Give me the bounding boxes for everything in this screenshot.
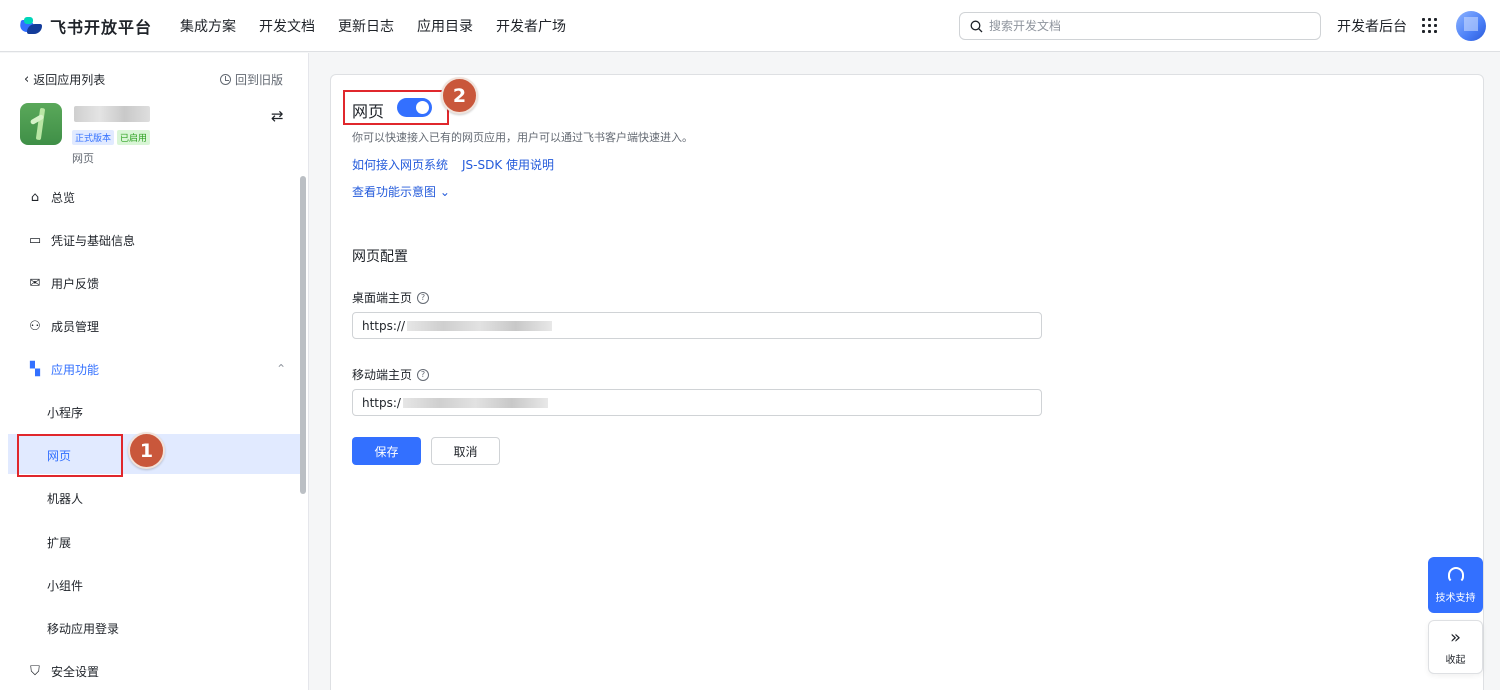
nav-item-app-directory[interactable]: 应用目录 <box>417 16 473 36</box>
jssdk-link[interactable]: JS-SDK 使用说明 <box>462 156 554 173</box>
sidebar-item-label: 应用功能 <box>51 362 100 377</box>
avatar[interactable] <box>1456 11 1486 41</box>
chevron-left-icon: ‹ <box>24 72 30 87</box>
inbox-icon: ✉ <box>29 275 41 291</box>
section-title: 网页配置 <box>352 249 408 265</box>
search-icon <box>970 20 983 32</box>
history-icon <box>220 74 231 85</box>
sidebar-item-label: 总览 <box>51 190 76 205</box>
field-label-text: 桌面端主页 <box>352 291 413 305</box>
sidebar-item-label: 成员管理 <box>51 319 100 334</box>
support-label: 技术支持 <box>1435 592 1476 604</box>
sidebar-item-label: 凭证与基础信息 <box>51 233 136 248</box>
mobile-homepage-label: 移动端主页 ? <box>352 366 430 383</box>
double-chevron-right-icon: » <box>1449 626 1461 648</box>
version-badge: 正式版本 <box>72 130 115 145</box>
status-badge: 已启用 <box>117 130 151 145</box>
sidebar-sub-item-mobile-login[interactable]: 移动应用登录 <box>47 620 119 637</box>
howto-link[interactable]: 如何接入网页系统 <box>352 156 448 173</box>
step-badge-2: 2 <box>441 77 478 114</box>
help-icon[interactable]: ? <box>417 368 430 381</box>
headset-icon <box>1447 566 1464 583</box>
feishu-logo-icon <box>18 16 42 35</box>
nav-item-dev-square[interactable]: 开发者广场 <box>496 16 566 36</box>
app-grid-icon[interactable] <box>1422 18 1437 33</box>
sidebar-sub-item-bot[interactable]: 机器人 <box>47 490 83 507</box>
app-logo <box>20 103 62 145</box>
preview-link-label: 查看功能示意图 <box>352 185 437 199</box>
sidebar-sub-item-extension[interactable]: 扩展 <box>47 534 71 551</box>
sidebar-item-app-features[interactable]: ▚ 应用功能 <box>27 359 99 379</box>
sidebar-item-members[interactable]: ⚇ 成员管理 <box>27 316 99 336</box>
nav-item-solutions[interactable]: 集成方案 <box>180 16 236 36</box>
search-box[interactable] <box>959 12 1321 40</box>
chevron-down-icon: ⌄ <box>439 185 450 199</box>
collapse-button[interactable]: » 收起 <box>1428 620 1483 674</box>
back-to-app-list-link[interactable]: ‹ 返回应用列表 <box>24 71 105 88</box>
step-badge-1: 1 <box>128 432 165 469</box>
sidebar-sub-item-widget[interactable]: 小组件 <box>47 577 83 594</box>
highlight-box-step1 <box>17 434 123 477</box>
field-label-text: 移动端主页 <box>352 368 413 382</box>
person-icon: ⚇ <box>29 318 41 334</box>
desktop-homepage-label: 桌面端主页 ? <box>352 289 430 306</box>
sidebar-item-label: 安全设置 <box>51 664 100 679</box>
input-value: https:// <box>362 318 406 333</box>
sidebar-scrollbar[interactable] <box>300 176 306 494</box>
switch-app-icon[interactable]: ⇄ <box>271 107 284 125</box>
back-to-old-version-link[interactable]: 回到旧版 <box>220 71 283 88</box>
highlight-box-step2 <box>343 90 449 125</box>
back-label: 返回应用列表 <box>33 73 106 87</box>
chevron-up-icon[interactable]: ⌄ <box>276 361 286 375</box>
help-icon[interactable]: ? <box>417 291 430 304</box>
sidebar-item-feedback[interactable]: ✉ 用户反馈 <box>27 273 99 293</box>
collapse-label: 收起 <box>1445 654 1466 666</box>
feature-description: 你可以快速接入已有的网页应用，用户可以通过飞书客户端快速进入。 <box>352 131 693 144</box>
url-redacted <box>402 397 548 408</box>
tech-support-button[interactable]: 技术支持 <box>1428 557 1483 613</box>
main-nav: 集成方案 开发文档 更新日志 应用目录 开发者广场 <box>180 16 589 36</box>
sidebar-item-credentials[interactable]: ▭ 凭证与基础信息 <box>27 230 135 250</box>
sidebar-item-security[interactable]: ⛉ 安全设置 <box>27 661 99 681</box>
preview-link[interactable]: 查看功能示意图 ⌄ <box>352 183 450 200</box>
sidebar-sub-item-miniprogram[interactable]: 小程序 <box>47 404 83 421</box>
logo[interactable]: 飞书开放平台 <box>18 14 170 38</box>
app-type-label: 网页 <box>72 152 94 165</box>
search-input[interactable] <box>989 19 1289 33</box>
desktop-homepage-input[interactable]: https:// <box>352 312 1042 339</box>
url-redacted <box>407 320 553 331</box>
sidebar: ‹ 返回应用列表 回到旧版 正式版本 已启用 网页 ⇄ ⌂ 总览 ▭ 凭证与基础… <box>0 53 309 690</box>
mobile-homepage-input[interactable]: https:/ <box>352 389 1042 416</box>
nav-item-changelog[interactable]: 更新日志 <box>338 16 394 36</box>
nav-item-docs[interactable]: 开发文档 <box>259 16 315 36</box>
logo-text: 飞书开放平台 <box>50 17 153 37</box>
save-button[interactable]: 保存 <box>352 437 421 465</box>
cancel-button[interactable]: 取消 <box>431 437 500 465</box>
credential-icon: ▭ <box>28 232 42 248</box>
app-name-redacted <box>74 106 150 122</box>
old-version-label: 回到旧版 <box>235 73 284 87</box>
shield-icon: ⛉ <box>30 663 40 679</box>
input-value: https:/ <box>362 395 401 410</box>
sidebar-item-label: 用户反馈 <box>51 276 100 291</box>
sidebar-item-overview[interactable]: ⌂ 总览 <box>27 187 75 207</box>
apps-icon: ▚ <box>30 361 40 377</box>
home-icon: ⌂ <box>30 189 40 205</box>
developer-console-link[interactable]: 开发者后台 <box>1337 16 1407 36</box>
